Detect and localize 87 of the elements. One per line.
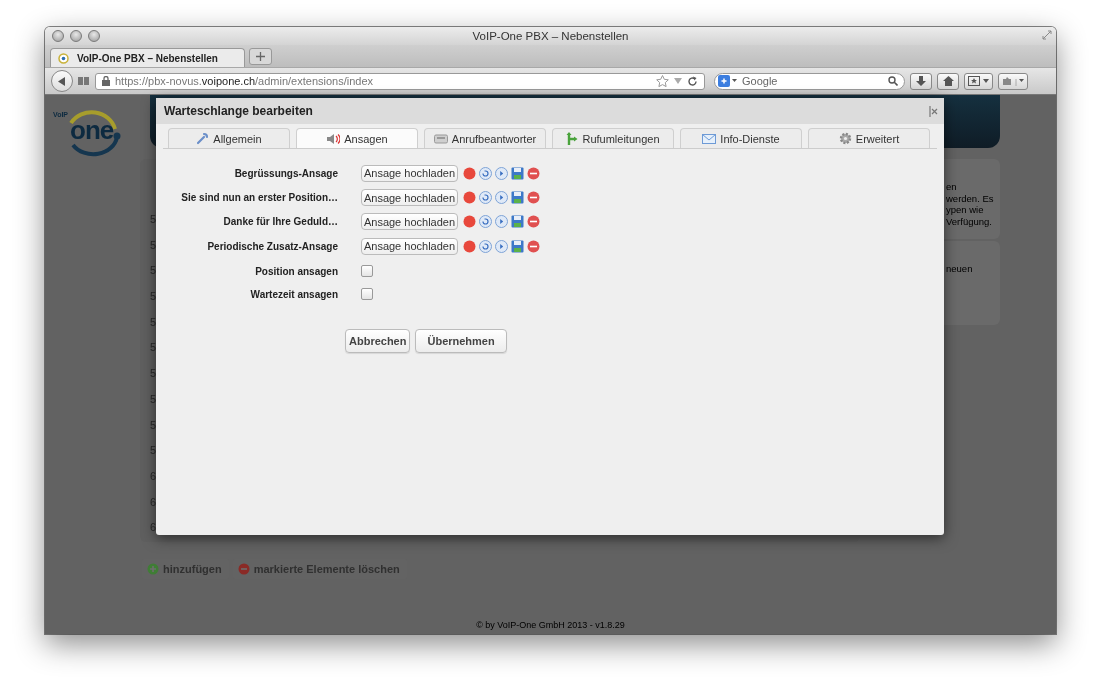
lock-icon bbox=[102, 76, 110, 86]
home-button[interactable] bbox=[937, 72, 959, 90]
back-arrow-icon bbox=[58, 76, 66, 86]
upload-button[interactable]: Ansage hochladen bbox=[361, 213, 458, 231]
panel-text: ypen wie bbox=[946, 204, 984, 216]
apply-button[interactable]: Übernehmen bbox=[415, 328, 507, 353]
reading-list-icon[interactable] bbox=[78, 76, 90, 86]
back-button[interactable] bbox=[51, 70, 73, 92]
address-field[interactable]: https://pbx-novus.voipone.ch/admin/extensions/index bbox=[95, 72, 705, 90]
site-favicon bbox=[58, 52, 69, 64]
record-icon[interactable] bbox=[463, 191, 476, 205]
dialog-tab[interactable]: Erweitert bbox=[808, 128, 930, 148]
footer-text: © by VoIP-One GmbH 2013 - v1.8.29 bbox=[476, 620, 625, 630]
answering-machine-icon bbox=[433, 133, 448, 144]
play-icon[interactable] bbox=[495, 166, 508, 180]
field-label: Position ansagen bbox=[254, 265, 338, 277]
panel-text: en bbox=[946, 181, 957, 193]
window-control[interactable] bbox=[88, 30, 100, 42]
dialog-title: Warteschlange bearbeiten bbox=[164, 104, 313, 118]
bookmarks-button[interactable] bbox=[964, 72, 993, 90]
branch-arrow-icon bbox=[566, 132, 579, 145]
plus-icon bbox=[147, 563, 159, 575]
checkbox[interactable] bbox=[361, 288, 373, 301]
checkbox[interactable] bbox=[361, 265, 373, 278]
caret-icon bbox=[983, 79, 989, 83]
dialog-tab[interactable]: Rufumleitungen bbox=[552, 128, 674, 148]
save-icon[interactable] bbox=[511, 239, 524, 253]
reload-icon[interactable] bbox=[687, 75, 698, 87]
replay-icon[interactable] bbox=[479, 239, 492, 253]
panel-text: neuen bbox=[946, 263, 973, 275]
field-label: Periodische Zusatz-Ansage bbox=[206, 240, 338, 252]
search-engine-icon bbox=[718, 75, 738, 87]
upload-button[interactable]: Ansage hochladen bbox=[361, 237, 458, 255]
delete-icon[interactable] bbox=[527, 215, 540, 229]
record-icon[interactable] bbox=[463, 215, 476, 229]
puzzle-caret-icon bbox=[1002, 76, 1024, 86]
field-label: Sie sind nun an erster Position… bbox=[180, 192, 338, 204]
search-icon bbox=[888, 76, 898, 86]
record-icon[interactable] bbox=[463, 166, 476, 180]
browser-tab[interactable]: VoIP-One PBX – Nebenstellen bbox=[50, 48, 245, 67]
download-icon bbox=[916, 76, 926, 86]
field-label: Begrüssungs-Ansage bbox=[233, 167, 338, 179]
play-icon[interactable] bbox=[495, 215, 508, 229]
home-icon bbox=[942, 76, 954, 86]
star-icon[interactable] bbox=[656, 75, 669, 87]
envelope-icon bbox=[702, 133, 717, 144]
replay-icon[interactable] bbox=[479, 191, 492, 205]
delete-icon[interactable] bbox=[527, 191, 540, 205]
wrench-icon bbox=[196, 132, 210, 145]
minus-icon bbox=[237, 563, 250, 575]
panel-text: Verfügung. bbox=[946, 215, 992, 227]
fullscreen-icon[interactable] bbox=[1042, 30, 1052, 40]
delete-icon[interactable] bbox=[527, 239, 540, 253]
play-icon[interactable] bbox=[495, 191, 508, 205]
dialog-tab[interactable]: Info-Dienste bbox=[680, 128, 802, 148]
replay-icon[interactable] bbox=[479, 166, 492, 180]
play-icon[interactable] bbox=[495, 239, 508, 253]
window-control[interactable] bbox=[52, 30, 64, 42]
save-icon[interactable] bbox=[511, 215, 524, 229]
upload-button[interactable]: Ansage hochladen bbox=[361, 164, 458, 182]
upload-button[interactable]: Ansage hochladen bbox=[361, 189, 458, 207]
extensions-button[interactable] bbox=[998, 72, 1028, 90]
record-icon[interactable] bbox=[463, 239, 476, 253]
close-button[interactable] bbox=[929, 105, 938, 117]
logo-text: one bbox=[70, 115, 114, 146]
window-title: VoIP-One PBX – Nebenstellen bbox=[471, 30, 630, 42]
field-label: Wartezeit ansagen bbox=[249, 288, 338, 300]
panel-text: werden. Es bbox=[946, 192, 994, 204]
gear-icon bbox=[838, 132, 852, 145]
save-icon[interactable] bbox=[511, 166, 524, 180]
plus-icon bbox=[256, 52, 265, 61]
search-field[interactable]: Google bbox=[742, 75, 884, 87]
new-tab-button[interactable] bbox=[249, 48, 272, 65]
save-icon[interactable] bbox=[511, 191, 524, 205]
window-control[interactable] bbox=[70, 30, 82, 42]
cancel-button[interactable]: Abbrechen bbox=[345, 328, 411, 353]
dialog-tab[interactable]: Ansagen bbox=[296, 128, 418, 148]
delete-icon[interactable] bbox=[527, 166, 540, 180]
replay-icon[interactable] bbox=[479, 215, 492, 229]
dropdown-icon[interactable] bbox=[674, 78, 682, 84]
speaker-icon bbox=[326, 132, 341, 145]
field-label: Danke für Ihre Geduld… bbox=[222, 216, 338, 228]
dialog-tab[interactable]: Allgemein bbox=[168, 128, 290, 148]
dialog-tab[interactable]: Anrufbeantworter bbox=[424, 128, 546, 148]
bookmark-star-icon bbox=[968, 76, 980, 86]
download-button[interactable] bbox=[910, 72, 932, 90]
search-box[interactable]: Google bbox=[714, 72, 905, 90]
